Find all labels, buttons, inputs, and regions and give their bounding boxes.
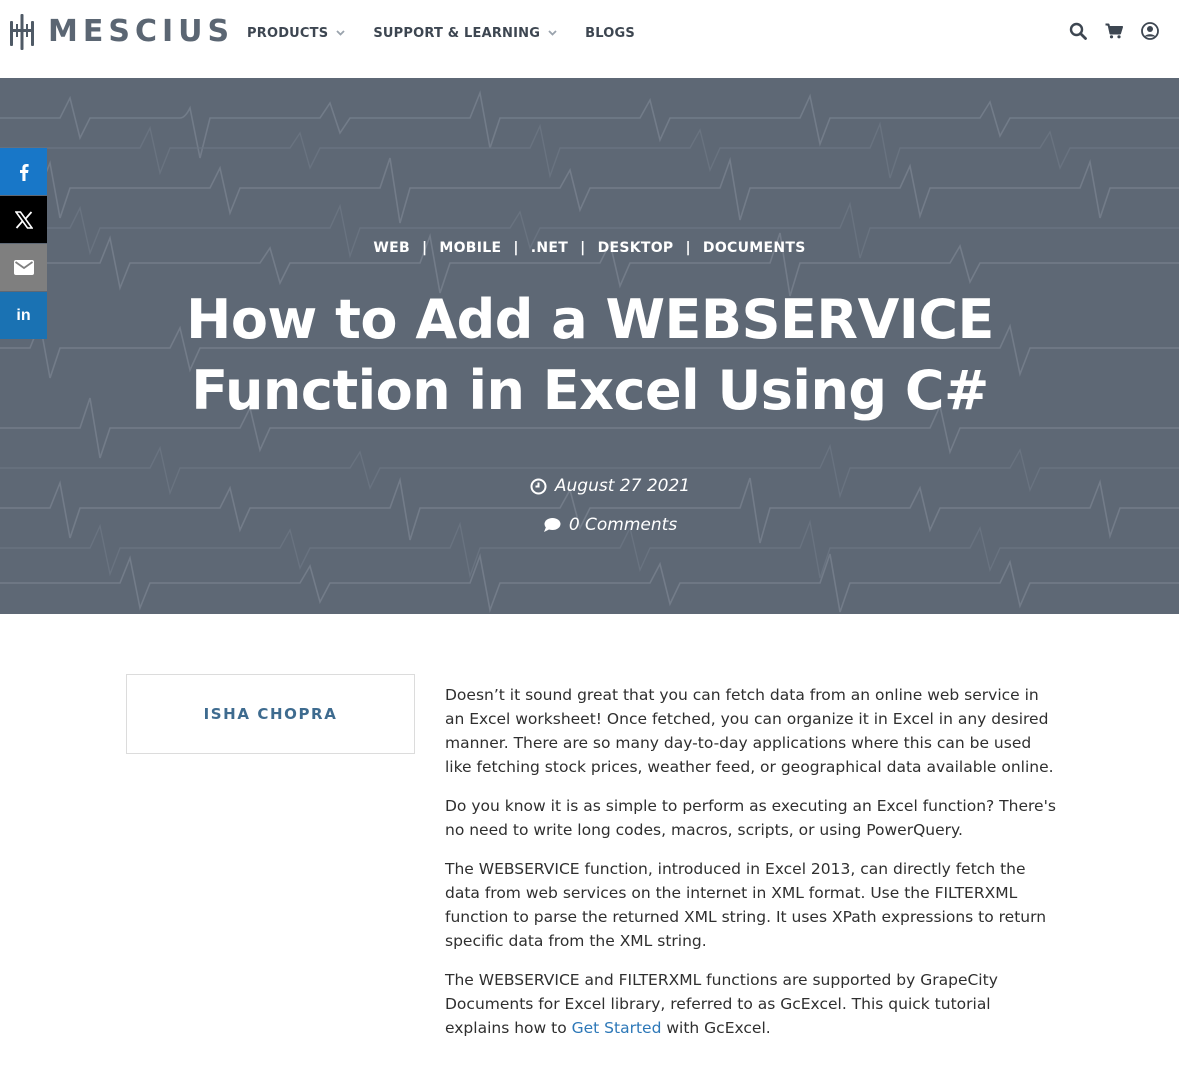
article-paragraph: The WEBSERVICE function, introduced in E… bbox=[445, 860, 1047, 950]
article-paragraph: The WEBSERVICE and FILTERXML functions a… bbox=[445, 968, 1057, 1040]
nav-products[interactable]: PRODUCTS bbox=[247, 24, 345, 42]
article-text: with GcExcel. bbox=[661, 1019, 771, 1037]
nav-support-label: SUPPORT & LEARNING bbox=[373, 25, 541, 41]
post-date-text: August 27 2021 bbox=[554, 476, 691, 496]
category-desktop[interactable]: DESKTOP bbox=[598, 240, 674, 256]
social-share-bar: in bbox=[0, 148, 47, 340]
category-documents[interactable]: DOCUMENTS bbox=[703, 240, 806, 256]
logo-mark-icon bbox=[10, 14, 34, 50]
category-separator: | bbox=[421, 240, 428, 256]
user-icon[interactable] bbox=[1141, 22, 1159, 40]
category-dotnet[interactable]: .NET bbox=[531, 240, 568, 256]
category-separator: | bbox=[580, 240, 586, 256]
page-title-line2: Function in Excel Using C# bbox=[191, 359, 989, 422]
category-links: WEB | MOBILE | .NET | DESKTOP | DOCUMENT… bbox=[0, 240, 1179, 256]
search-icon[interactable] bbox=[1069, 22, 1087, 40]
email-icon bbox=[13, 260, 34, 275]
linkedin-share-button[interactable]: in bbox=[0, 292, 47, 339]
post-comments-text: 0 Comments bbox=[568, 515, 678, 535]
nav-support-learning[interactable]: SUPPORT & LEARNING bbox=[373, 24, 557, 42]
mescius-logo[interactable]: MESCIUS bbox=[8, 14, 234, 50]
article-body: Doesn’t it sound great that you can fetc… bbox=[445, 683, 1057, 1055]
logo-text: MESCIUS bbox=[48, 14, 235, 49]
twitter-share-button[interactable] bbox=[0, 196, 47, 243]
category-separator: | bbox=[513, 240, 519, 256]
cart-icon[interactable] bbox=[1105, 23, 1123, 39]
get-started-link[interactable]: Get Started bbox=[572, 1019, 662, 1037]
chevron-down-icon bbox=[336, 30, 345, 36]
article-paragraph: Do you know it is as simple to perform a… bbox=[445, 797, 1056, 839]
category-mobile[interactable]: MOBILE bbox=[439, 240, 501, 256]
page-title-line1: How to Add a WEBSERVICE bbox=[186, 288, 994, 351]
facebook-icon bbox=[19, 163, 29, 181]
site-header: MESCIUS PRODUCTS SUPPORT & LEARNING BLOG… bbox=[0, 0, 1179, 78]
chevron-down-icon bbox=[548, 30, 557, 36]
author-card: ISHA CHOPRA bbox=[126, 674, 415, 754]
category-separator: | bbox=[685, 240, 691, 256]
clock-icon bbox=[530, 478, 547, 494]
x-twitter-icon bbox=[14, 210, 33, 229]
author-name[interactable]: ISHA CHOPRA bbox=[204, 705, 338, 723]
comment-icon bbox=[543, 518, 561, 532]
post-date: August 27 2021 bbox=[0, 476, 1179, 496]
page-title: How to Add a WEBSERVICE Function in Exce… bbox=[120, 284, 1060, 426]
main-nav: PRODUCTS SUPPORT & LEARNING BLOGS bbox=[247, 24, 663, 42]
post-comments[interactable]: 0 Comments bbox=[0, 515, 1179, 535]
header-actions bbox=[1051, 22, 1159, 40]
email-share-button[interactable] bbox=[0, 244, 47, 291]
linkedin-icon: in bbox=[16, 306, 31, 324]
hero-banner: WEB | MOBILE | .NET | DESKTOP | DOCUMENT… bbox=[0, 78, 1179, 614]
facebook-share-button[interactable] bbox=[0, 148, 47, 195]
nav-products-label: PRODUCTS bbox=[247, 25, 329, 41]
category-web[interactable]: WEB bbox=[373, 240, 410, 256]
nav-blogs[interactable]: BLOGS bbox=[585, 24, 635, 42]
nav-blogs-label: BLOGS bbox=[585, 25, 635, 41]
article-paragraph: Doesn’t it sound great that you can fetc… bbox=[445, 686, 1054, 776]
